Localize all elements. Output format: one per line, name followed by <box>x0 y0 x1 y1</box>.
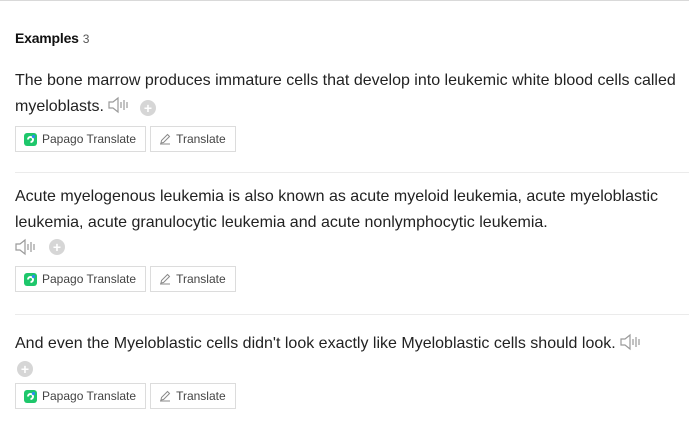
divider <box>15 172 689 173</box>
pencil-icon <box>159 273 171 285</box>
divider <box>15 314 689 315</box>
plus-circle-icon[interactable]: + <box>17 361 33 377</box>
example-item: And even the Myeloblastic cells didn't l… <box>15 331 689 409</box>
examples-header: Examples 3 <box>15 30 89 46</box>
example-actions: Papago Translate Translate <box>15 383 689 409</box>
example-actions: Papago Translate Translate <box>15 126 689 152</box>
examples-panel: Examples 3 The bone marrow produces imma… <box>0 0 689 435</box>
example-actions: Papago Translate Translate <box>15 266 689 292</box>
speaker-icon[interactable] <box>15 238 39 256</box>
speaker-icon[interactable] <box>108 96 132 114</box>
papago-logo-icon <box>24 272 37 286</box>
papago-logo-icon <box>24 132 37 146</box>
pencil-icon <box>159 133 171 145</box>
translate-button[interactable]: Translate <box>150 383 236 409</box>
papago-translate-label: Papago Translate <box>42 272 137 286</box>
speaker-icon[interactable] <box>620 333 644 351</box>
example-item: Acute myelogenous leukemia is also known… <box>15 184 689 292</box>
example-audio-row: + <box>15 238 689 256</box>
example-sentence: The bone marrow produces immature cells … <box>15 68 689 120</box>
translate-label: Translate <box>176 132 226 146</box>
example-sentence: And even the Myeloblastic cells didn't l… <box>15 331 689 357</box>
examples-count: 3 <box>82 32 90 46</box>
plus-circle-icon[interactable]: + <box>49 239 65 255</box>
translate-button[interactable]: Translate <box>150 126 236 152</box>
plus-circle-icon[interactable]: + <box>139 100 156 116</box>
papago-translate-button[interactable]: Papago Translate <box>15 266 147 292</box>
example-sentence: Acute myelogenous leukemia is also known… <box>15 184 689 236</box>
example-sentence-text: And even the Myeloblastic cells didn't l… <box>15 335 616 352</box>
papago-translate-label: Papago Translate <box>42 132 137 146</box>
examples-title: Examples <box>15 30 79 46</box>
example-sentence-text: Acute myelogenous leukemia is also known… <box>15 188 658 231</box>
translate-label: Translate <box>176 389 226 403</box>
example-item: The bone marrow produces immature cells … <box>15 68 689 152</box>
papago-translate-button[interactable]: Papago Translate <box>15 126 147 152</box>
pencil-icon <box>159 390 171 402</box>
papago-translate-label: Papago Translate <box>42 389 137 403</box>
papago-logo-icon <box>24 389 37 403</box>
papago-translate-button[interactable]: Papago Translate <box>15 383 147 409</box>
translate-label: Translate <box>176 272 226 286</box>
translate-button[interactable]: Translate <box>150 266 236 292</box>
